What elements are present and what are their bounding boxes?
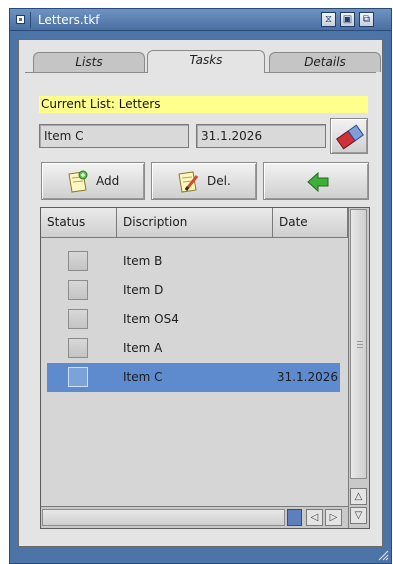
status-checkbox[interactable]: [68, 251, 88, 271]
delete-button-label: Del.: [207, 174, 231, 188]
grip-line: [357, 341, 363, 342]
row-title: Item C: [123, 370, 163, 384]
column-header-status[interactable]: Status: [41, 208, 117, 238]
task-list: Status Discription Date Item B Item D It…: [40, 207, 370, 529]
horizontal-scrollbar[interactable]: ◁ ▷: [41, 506, 348, 528]
tab-details[interactable]: Details: [269, 52, 381, 72]
depth-icon[interactable]: ⧉: [359, 12, 374, 27]
title-bar[interactable]: Letters.tkf ⧖ ▣ ⧉: [10, 9, 391, 31]
iconify-icon[interactable]: ⧖: [321, 12, 336, 27]
delete-button[interactable]: Del.: [151, 162, 257, 200]
row-title: Item A: [123, 341, 163, 355]
scroll-down-icon[interactable]: ▽: [350, 507, 367, 524]
column-header-description[interactable]: Discription: [117, 208, 273, 238]
status-checkbox[interactable]: [68, 280, 88, 300]
scroll-position-marker: [287, 509, 302, 526]
window-title: Letters.tkf: [38, 13, 100, 27]
scroll-left-icon[interactable]: ◁: [306, 509, 323, 526]
add-button-label: Add: [96, 174, 120, 188]
grip-line: [357, 347, 363, 348]
vertical-scroll-thumb[interactable]: [350, 209, 367, 479]
status-checkbox[interactable]: [68, 309, 88, 329]
row-title: Item D: [123, 283, 164, 297]
titlebar-divider: [30, 12, 31, 28]
item-title-field[interactable]: Item C: [39, 124, 189, 148]
row-title: Item B: [123, 254, 163, 268]
scroll-up-icon[interactable]: △: [350, 488, 367, 505]
app-window: Letters.tkf ⧖ ▣ ⧉ Lists Tasks Details Cu…: [9, 8, 392, 564]
table-row[interactable]: Item A: [47, 334, 340, 363]
grip-line: [357, 344, 363, 345]
row-title: Item OS4: [123, 312, 179, 326]
horizontal-scroll-thumb[interactable]: [42, 509, 285, 526]
vertical-scrollbar[interactable]: △ ▽: [348, 208, 369, 528]
tab-tasks[interactable]: Tasks: [147, 50, 265, 73]
zoom-icon[interactable]: ▣: [340, 12, 355, 27]
row-date: 31.1.2026: [276, 370, 338, 384]
status-checkbox[interactable]: [68, 367, 88, 387]
status-checkbox[interactable]: [68, 338, 88, 358]
table-row[interactable]: Item OS4: [47, 305, 340, 334]
clear-button[interactable]: [330, 118, 368, 154]
green-left-arrow-icon: [307, 171, 329, 193]
column-header-date[interactable]: Date: [273, 208, 348, 238]
table-row[interactable]: Item B: [47, 247, 340, 276]
tab-lists[interactable]: Lists: [33, 52, 145, 72]
delete-note-icon: [178, 171, 199, 193]
add-note-icon: [68, 170, 88, 193]
table-row-selected[interactable]: Item C 31.1.2026: [47, 363, 340, 392]
close-icon[interactable]: [16, 15, 25, 24]
scroll-right-icon[interactable]: ▷: [325, 509, 342, 526]
date-field[interactable]: 31.1.2026: [196, 124, 326, 148]
main-panel: Lists Tasks Details Current List: Letter…: [18, 39, 383, 547]
eraser-icon: [336, 124, 364, 150]
current-list-label: Current List: Letters: [39, 96, 368, 113]
table-row[interactable]: Item D: [47, 276, 340, 305]
resize-grip-icon[interactable]: [377, 549, 389, 561]
back-button[interactable]: [263, 162, 369, 200]
add-button[interactable]: Add: [41, 162, 145, 200]
